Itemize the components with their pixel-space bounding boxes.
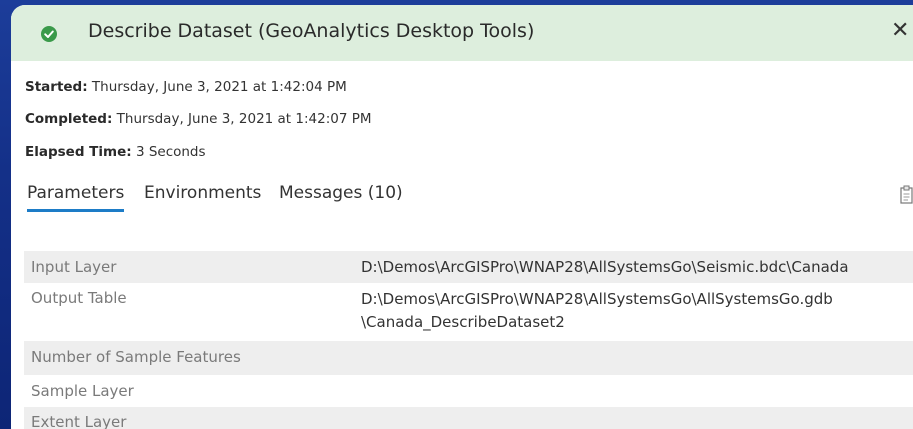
table-row: Input Layer D:\Demos\ArcGISPro\WNAP28\Al…	[24, 251, 913, 283]
elapsed-label: Elapsed Time:	[25, 144, 132, 160]
param-name: Extent Layer	[31, 413, 127, 429]
geoprocessing-result-dialog: Describe Dataset (GeoAnalytics Desktop T…	[11, 5, 913, 429]
completed-line: Completed: Thursday, June 3, 2021 at 1:4…	[25, 111, 372, 127]
close-button[interactable]: ✕	[891, 19, 909, 43]
check-circle-icon	[41, 26, 57, 42]
started-value: Thursday, June 3, 2021 at 1:42:04 PM	[91, 79, 347, 95]
param-value: D:\Demos\ArcGISPro\WNAP28\AllSystemsGo\S…	[361, 258, 849, 276]
table-row: Extent Layer	[24, 407, 913, 429]
table-row: Sample Layer	[24, 375, 913, 407]
started-line: Started: Thursday, June 3, 2021 at 1:42:…	[25, 79, 347, 95]
param-name: Output Table	[31, 289, 127, 307]
tab-messages[interactable]: Messages (10)	[279, 183, 403, 203]
tab-environments[interactable]: Environments	[144, 183, 261, 203]
copy-icon[interactable]	[900, 185, 913, 205]
elapsed-value: 3 Seconds	[135, 144, 206, 160]
tab-parameters[interactable]: Parameters	[27, 183, 125, 212]
param-name: Number of Sample Features	[31, 348, 241, 366]
table-row: Output Table D:\Demos\ArcGISPro\WNAP28\A…	[24, 283, 913, 341]
param-name: Sample Layer	[31, 382, 134, 400]
param-name: Input Layer	[31, 258, 117, 276]
completed-label: Completed:	[25, 111, 113, 127]
param-value: D:\Demos\ArcGISPro\WNAP28\AllSystemsGo\A…	[361, 290, 833, 308]
started-label: Started:	[25, 79, 88, 95]
dialog-title: Describe Dataset (GeoAnalytics Desktop T…	[88, 20, 535, 42]
param-value-continued: \Canada_DescribeDataset2	[361, 313, 565, 331]
table-row: Number of Sample Features	[24, 341, 913, 375]
dialog-header: Describe Dataset (GeoAnalytics Desktop T…	[11, 5, 913, 61]
completed-value: Thursday, June 3, 2021 at 1:42:07 PM	[116, 111, 372, 127]
elapsed-line: Elapsed Time: 3 Seconds	[25, 144, 206, 160]
